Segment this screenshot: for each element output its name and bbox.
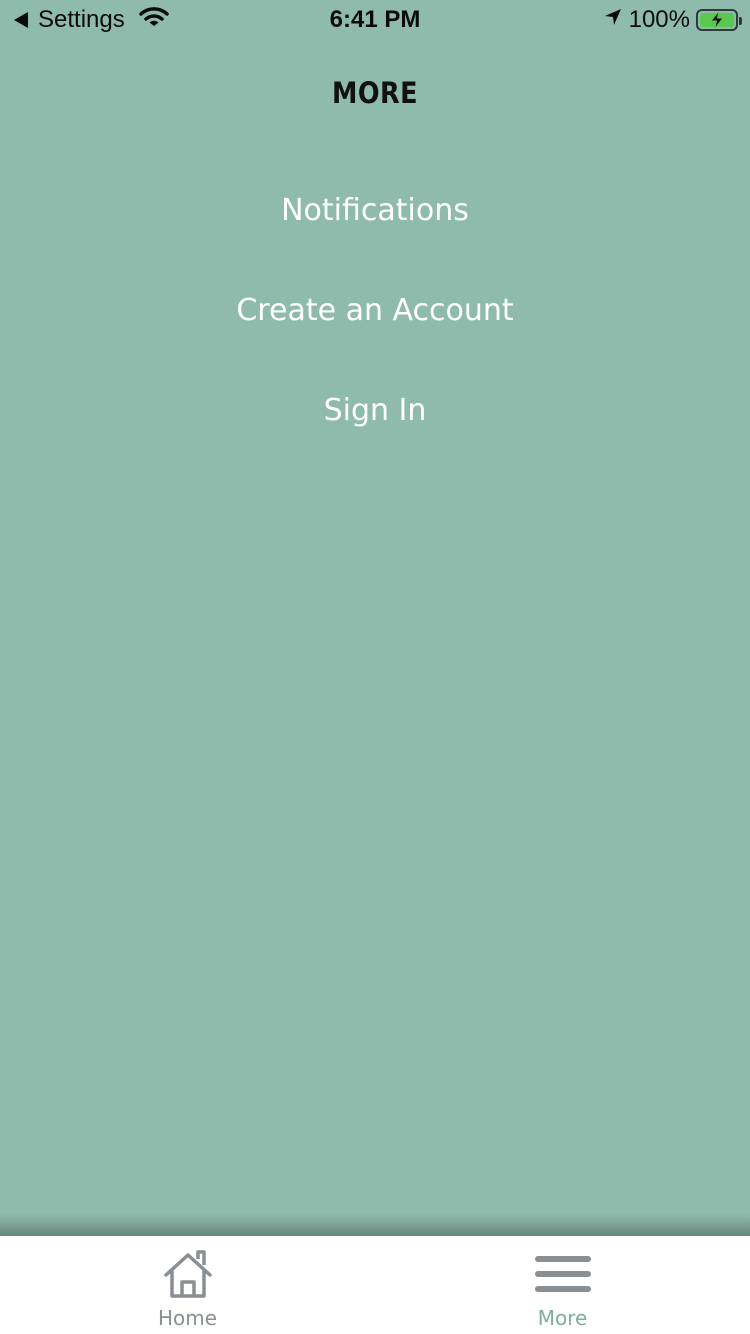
charging-bolt-icon [709, 10, 725, 30]
menu-item-notifications[interactable]: Notifications [0, 188, 750, 288]
battery-tip [739, 17, 742, 25]
tab-more[interactable]: More [375, 1236, 750, 1334]
menu-item-sign-in[interactable]: Sign In [0, 388, 750, 488]
home-icon [0, 1250, 375, 1300]
battery-percent: 100% [628, 6, 690, 33]
page-title: MORE [332, 76, 418, 110]
more-menu: Notifications Create an Account Sign In [0, 188, 750, 488]
tab-bar-shadow [0, 1214, 750, 1236]
battery-charging-icon [696, 9, 742, 31]
menu-icon [375, 1254, 750, 1294]
menu-item-create-account[interactable]: Create an Account [0, 288, 750, 388]
status-bar: Settings 6:41 PM 100% [0, 0, 750, 40]
location-arrow-icon [603, 6, 623, 34]
tab-home[interactable]: Home [0, 1236, 375, 1334]
status-right: 100% [603, 6, 742, 34]
tab-bar: Home More [0, 1236, 750, 1334]
tab-more-label: More [537, 1306, 588, 1330]
tab-home-label: Home [157, 1306, 218, 1330]
more-screen: Settings 6:41 PM 100% MORE Notifications… [0, 0, 750, 1334]
